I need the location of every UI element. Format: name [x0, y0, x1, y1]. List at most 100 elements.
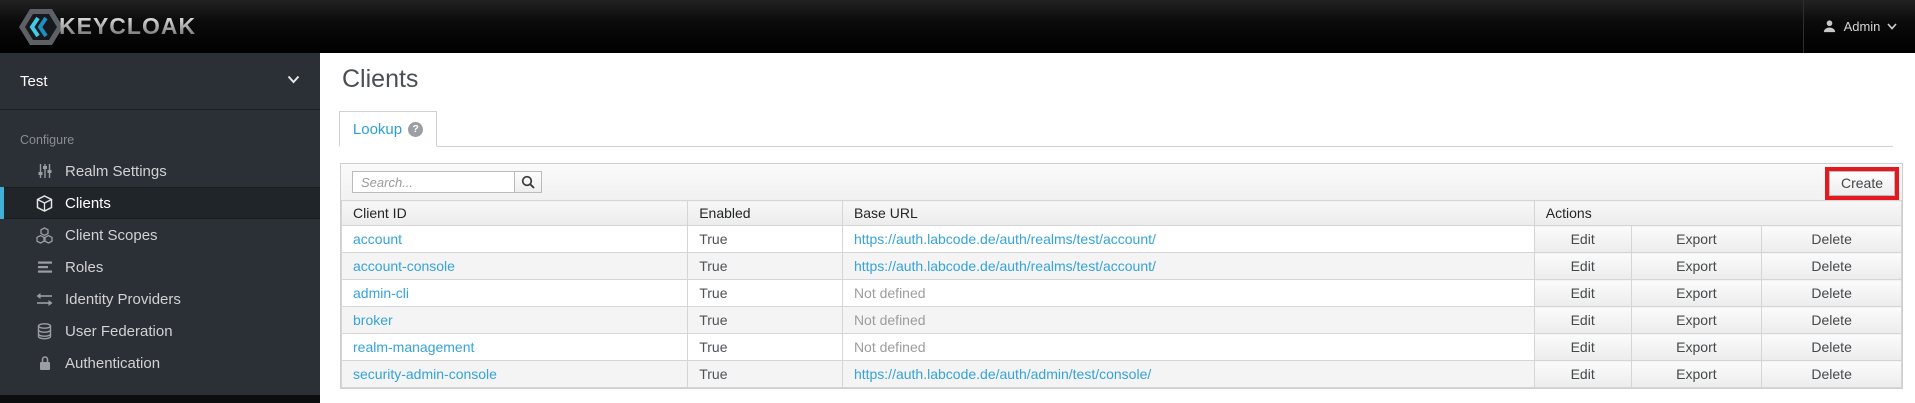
chevron-down-icon — [287, 75, 300, 84]
base-url-cell: Not defined — [841, 306, 1535, 334]
logo-text: KEYCLOAK — [59, 13, 197, 39]
sidebar-item-label: Authentication — [65, 354, 161, 372]
sliders-icon — [36, 163, 53, 180]
delete-button[interactable]: Delete — [1761, 252, 1902, 280]
export-button[interactable]: Export — [1630, 360, 1763, 388]
sidebar-item-roles[interactable]: Roles — [0, 251, 320, 283]
keycloak-logo: KEYCLOAK — [19, 7, 196, 46]
delete-button[interactable]: Delete — [1761, 279, 1902, 307]
export-button[interactable]: Export — [1630, 279, 1763, 307]
delete-button[interactable]: Delete — [1761, 306, 1902, 334]
sidebar-item-label: Roles — [65, 258, 104, 276]
table-row: realm-management True Not defined Edit Expor… — [340, 333, 1902, 361]
enabled-cell: True — [687, 333, 843, 361]
client-id-link[interactable]: admin-cli — [353, 285, 409, 301]
enabled-cell: True — [687, 360, 843, 388]
sidebar-item-authentication[interactable]: Authentication — [0, 347, 320, 379]
export-button[interactable]: Export — [1630, 306, 1763, 334]
sidebar-item-identity-providers[interactable]: Identity Providers — [0, 283, 320, 315]
client-id-link[interactable]: security-admin-console — [353, 366, 497, 382]
base-url-cell: Not defined — [841, 333, 1535, 361]
tab-label: Lookup — [352, 120, 403, 138]
search-group — [352, 171, 542, 193]
column-header-actions: Actions — [1533, 200, 1903, 226]
sidebar-item-label: Clients — [65, 194, 111, 212]
base-url-cell: Not defined — [841, 279, 1535, 307]
page-title: Clients — [342, 65, 419, 93]
base-url-link[interactable]: https://auth.labcode.de/auth/admin/test/… — [854, 366, 1151, 382]
client-id-cell: security-admin-console — [340, 360, 689, 388]
table-row: account True https://auth.labcode.de/auth/… — [340, 225, 1902, 253]
sidebar-item-label: Realm Settings — [65, 162, 167, 180]
help-icon[interactable]: ? — [408, 121, 424, 137]
sidebar-item-realm-settings[interactable]: Realm Settings — [0, 155, 320, 187]
export-button[interactable]: Export — [1630, 333, 1763, 361]
client-id-cell: account-console — [340, 252, 689, 280]
realm-selector[interactable]: Test — [0, 53, 320, 110]
create-button[interactable]: Create — [1828, 171, 1895, 196]
client-id-link[interactable]: account — [353, 231, 402, 247]
table-header-row: Client ID Enabled Base URL Actions — [340, 200, 1903, 226]
user-icon — [1823, 20, 1835, 33]
sidebar-item-client-scopes[interactable]: Client Scopes — [0, 219, 320, 251]
client-id-link[interactable]: broker — [353, 312, 393, 328]
delete-button[interactable]: Delete — [1761, 360, 1902, 388]
client-id-link[interactable]: realm-management — [353, 339, 474, 355]
edit-button[interactable]: Edit — [1533, 306, 1632, 334]
sidebar-item-user-federation[interactable]: User Federation — [0, 315, 320, 347]
edit-button[interactable]: Edit — [1533, 360, 1632, 388]
list-icon — [36, 259, 53, 276]
sidebar-section-configure: Configure — [20, 133, 75, 147]
enabled-cell: True — [687, 225, 843, 253]
clients-table: Client ID Enabled Base URL Actions accou… — [340, 200, 1903, 388]
export-button[interactable]: Export — [1630, 252, 1763, 280]
column-header-client-id: Client ID — [340, 200, 689, 226]
client-id-cell: realm-management — [340, 333, 689, 361]
cubes-icon — [36, 226, 53, 244]
user-menu[interactable]: Admin — [1803, 0, 1915, 53]
enabled-cell: True — [687, 306, 843, 334]
sidebar-item-label: Client Scopes — [65, 226, 158, 244]
client-id-link[interactable]: account-console — [353, 258, 455, 274]
main-content: Clients Lookup ? Cre — [320, 53, 1915, 403]
base-url-cell: https://auth.labcode.de/auth/realms/test… — [841, 252, 1535, 280]
sidebar-item-label: User Federation — [65, 322, 173, 340]
table-row: broker True Not defined Edit Export Delete — [340, 306, 1902, 334]
edit-button[interactable]: Edit — [1533, 252, 1632, 280]
enabled-cell: True — [687, 252, 843, 280]
delete-button[interactable]: Delete — [1761, 225, 1902, 253]
edit-button[interactable]: Edit — [1533, 333, 1632, 361]
base-url-not-defined: Not defined — [853, 285, 926, 301]
lock-icon — [36, 355, 53, 372]
edit-button[interactable]: Edit — [1533, 279, 1632, 307]
table-toolbar: Create — [341, 164, 1902, 200]
table-row: security-admin-console True https://auth.l… — [340, 360, 1902, 388]
base-url-not-defined: Not defined — [853, 312, 926, 328]
tab-lookup[interactable]: Lookup ? — [339, 111, 437, 147]
export-button[interactable]: Export — [1630, 225, 1763, 253]
database-icon — [36, 322, 53, 340]
user-name: Admin — [1843, 19, 1881, 34]
base-url-link[interactable]: https://auth.labcode.de/auth/realms/test… — [854, 258, 1156, 274]
sidebar-bottom-strip — [0, 395, 320, 403]
sidebar-item-label: Identity Providers — [65, 290, 181, 308]
search-input[interactable] — [352, 171, 515, 193]
base-url-link[interactable]: https://auth.labcode.de/auth/realms/test… — [854, 231, 1156, 247]
table-row: admin-cli True Not defined Edit Export Delete — [340, 279, 1902, 307]
search-icon — [521, 175, 535, 189]
edit-button[interactable]: Edit — [1533, 225, 1632, 253]
base-url-cell: https://auth.labcode.de/auth/realms/test… — [841, 225, 1535, 253]
clients-panel: Create Client ID Enabled Base URL Action… — [340, 163, 1903, 389]
client-id-cell: account — [340, 225, 689, 253]
chevron-down-icon — [1887, 23, 1898, 30]
create-button-annotation: Create — [1824, 167, 1899, 200]
search-button[interactable] — [514, 171, 542, 193]
keycloak-hexagon-icon — [19, 8, 63, 45]
sidebar-item-clients[interactable]: Clients — [0, 187, 320, 219]
top-navbar: KEYCLOAK Admin — [0, 0, 1915, 53]
column-header-base-url: Base URL — [841, 200, 1535, 226]
client-id-cell: admin-cli — [340, 279, 689, 307]
delete-button[interactable]: Delete — [1761, 333, 1902, 361]
exchange-icon — [36, 291, 53, 308]
client-id-cell: broker — [340, 306, 689, 334]
